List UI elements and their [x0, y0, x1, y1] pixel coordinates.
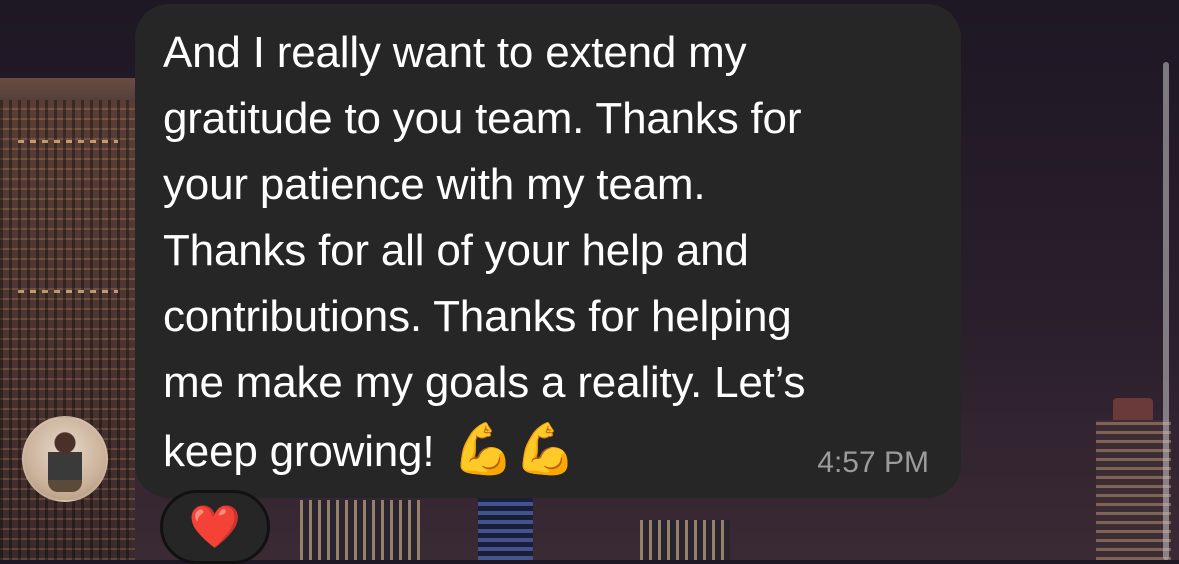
wallpaper-building-bottom: [300, 500, 420, 560]
flexed-biceps-icon: 💪💪: [452, 421, 577, 477]
wallpaper-building-cap: [0, 78, 135, 100]
message-line: gratitude to you team. Thanks for: [163, 94, 802, 143]
message-line: keep growing!: [163, 427, 435, 476]
message-line: Thanks for all of your help and: [163, 226, 749, 275]
sender-avatar[interactable]: [22, 416, 108, 502]
message-line: your patience with my team.: [163, 160, 706, 209]
reaction-badge[interactable]: ❤️: [160, 490, 270, 564]
wallpaper-building-bottom: [640, 520, 730, 560]
avatar-figure: [48, 432, 82, 492]
message-line: contributions. Thanks for helping: [163, 292, 792, 341]
message-text: And I really want to extend my gratitude…: [163, 20, 943, 485]
message-bubble[interactable]: And I really want to extend my gratitude…: [135, 4, 961, 498]
wallpaper-lights: [18, 290, 118, 293]
red-heart-icon: ❤️: [188, 502, 242, 550]
message-line: And I really want to extend my: [163, 28, 747, 77]
chat-scrollbar[interactable]: [1163, 62, 1169, 560]
message-timestamp: 4:57 PM: [817, 446, 929, 479]
wallpaper-tower-top: [1113, 398, 1153, 420]
wallpaper-lights: [18, 140, 118, 143]
message-line: me make my goals a reality. Let’s: [163, 358, 806, 407]
wallpaper-building-blue: [478, 498, 533, 560]
wallpaper-building-right: [1096, 420, 1171, 560]
